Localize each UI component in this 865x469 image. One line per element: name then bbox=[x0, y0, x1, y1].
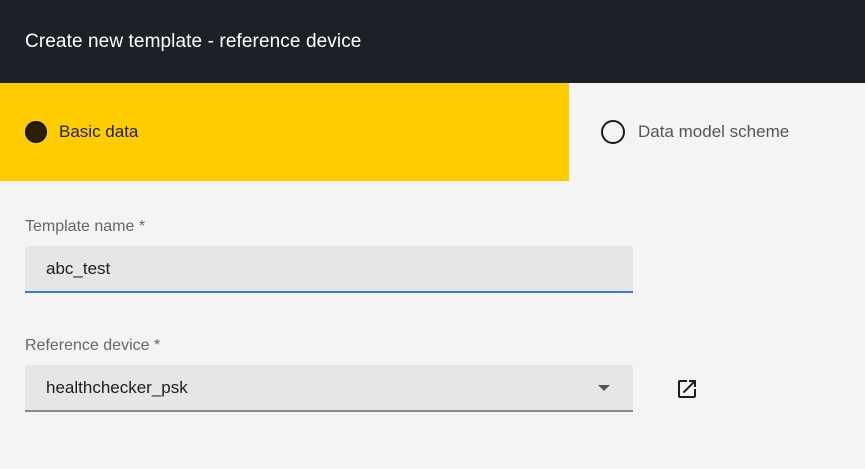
reference-device-select[interactable]: healthchecker_psk bbox=[25, 365, 633, 412]
template-name-input[interactable]: abc_test bbox=[25, 246, 633, 293]
template-name-label: Template name * bbox=[25, 218, 146, 235]
dialog-header: Create new template - reference device bbox=[0, 0, 865, 83]
radio-empty-icon bbox=[601, 120, 625, 144]
step-data-model-scheme[interactable]: Data model scheme bbox=[569, 83, 865, 181]
reference-device-label: Reference device * bbox=[25, 337, 161, 354]
chevron-down-icon bbox=[598, 384, 610, 391]
template-name-value: abc_test bbox=[46, 258, 111, 278]
open-in-new-icon[interactable] bbox=[675, 377, 699, 401]
step-basic-data-label: Basic data bbox=[59, 122, 139, 141]
stepper: Basic data Data model scheme bbox=[0, 83, 865, 181]
reference-device-value: healthchecker_psk bbox=[46, 377, 188, 397]
step-data-model-scheme-label: Data model scheme bbox=[638, 122, 790, 141]
radio-filled-icon bbox=[25, 121, 47, 143]
dialog-title: Create new template - reference device bbox=[25, 30, 362, 52]
step-basic-data[interactable]: Basic data bbox=[0, 83, 569, 181]
